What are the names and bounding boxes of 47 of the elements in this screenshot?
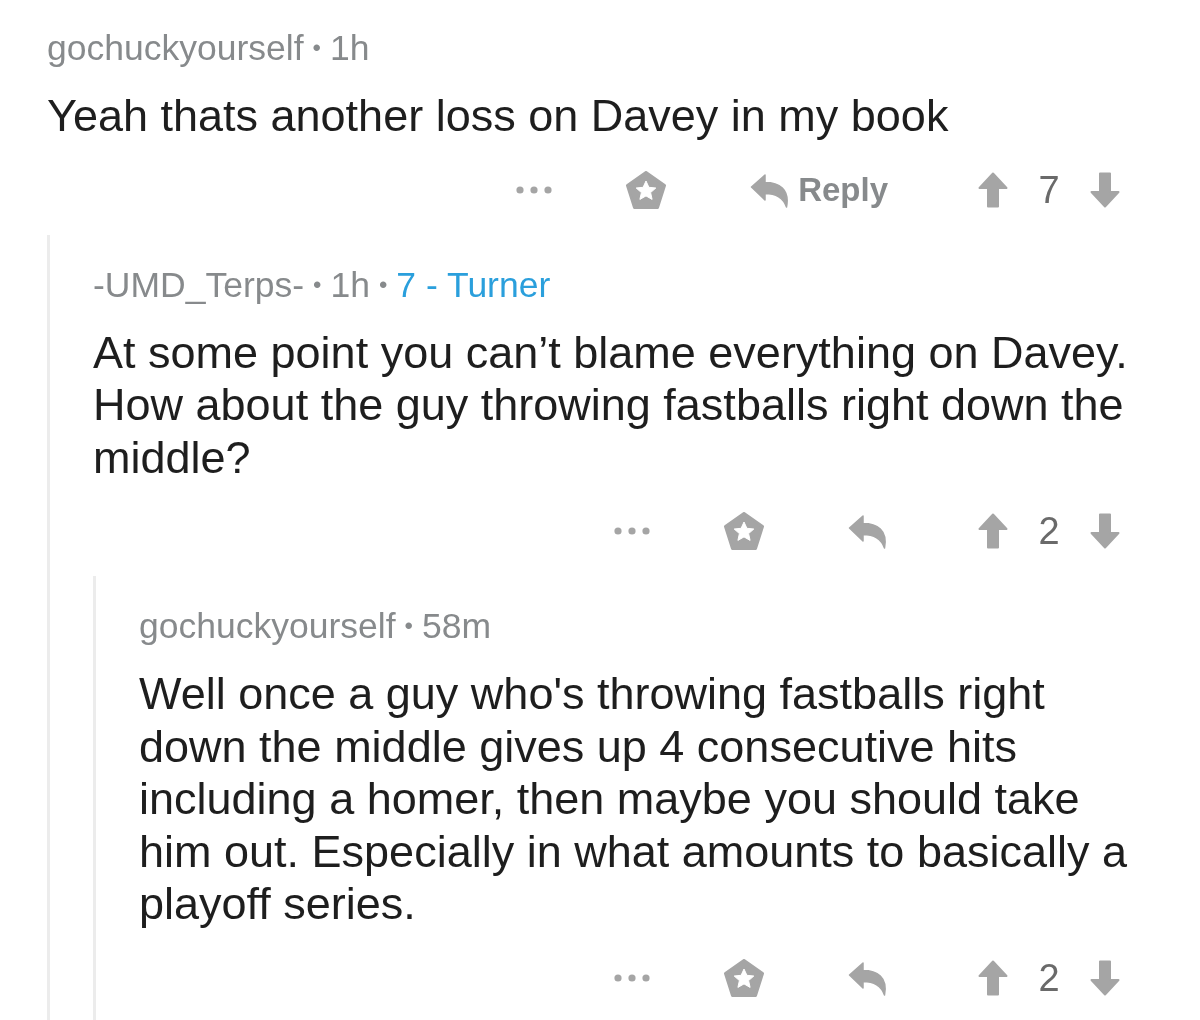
timestamp: 1h bbox=[329, 28, 370, 68]
author-name[interactable]: -UMD_Terps- bbox=[93, 264, 305, 305]
timestamp: 58m bbox=[421, 606, 491, 646]
more-icon bbox=[614, 527, 650, 535]
star-icon bbox=[724, 512, 764, 550]
comment-text: Yeah thats another loss on Davey in my book bbox=[47, 90, 950, 143]
more-icon bbox=[614, 973, 650, 982]
down-arrow-icon bbox=[1090, 171, 1120, 208]
downvote-button[interactable] bbox=[1090, 171, 1120, 208]
upvote-button[interactable] bbox=[978, 959, 1008, 996]
comment-text: Well once a guy who's throwing fastballs right down the middle gives up 4 consecutive hits including a homer, then maybe you should take him out. Especially in what amounts to basically a playoff series. bbox=[139, 668, 1128, 931]
up-arrow-icon bbox=[978, 171, 1008, 208]
upvote-button[interactable] bbox=[978, 513, 1008, 549]
award-button[interactable] bbox=[626, 170, 667, 209]
downvote-button[interactable] bbox=[1090, 513, 1120, 549]
down-arrow-icon bbox=[1090, 513, 1120, 549]
vote-count: 2 bbox=[1038, 511, 1060, 551]
more-button[interactable] bbox=[614, 973, 650, 982]
more-button[interactable] bbox=[614, 527, 650, 535]
reply-button[interactable]: Reply bbox=[750, 169, 888, 210]
author-name[interactable]: gochuckyourself bbox=[139, 606, 396, 646]
reply-icon bbox=[848, 959, 888, 996]
bullet-separator: • bbox=[378, 269, 388, 300]
reply-button[interactable] bbox=[848, 959, 888, 996]
downvote-button[interactable] bbox=[1090, 959, 1120, 996]
reply-icon bbox=[750, 171, 791, 208]
user-flair: 7 - Turner bbox=[396, 264, 551, 305]
award-button[interactable] bbox=[724, 512, 764, 550]
reply-button[interactable] bbox=[848, 513, 888, 549]
up-arrow-icon bbox=[978, 959, 1008, 996]
vote-count: 7 bbox=[1038, 169, 1060, 210]
bullet-separator: • bbox=[312, 33, 321, 63]
reply-icon bbox=[848, 513, 888, 549]
up-arrow-icon bbox=[978, 513, 1008, 549]
more-icon bbox=[516, 185, 553, 194]
bullet-separator: • bbox=[313, 269, 322, 300]
author-name[interactable]: gochuckyourself bbox=[47, 28, 304, 68]
upvote-button[interactable] bbox=[978, 171, 1008, 208]
timestamp: 1h bbox=[330, 264, 370, 305]
star-icon bbox=[626, 170, 667, 209]
vote-count: 2 bbox=[1038, 957, 1060, 998]
down-arrow-icon bbox=[1090, 959, 1120, 996]
star-icon bbox=[724, 958, 764, 997]
award-button[interactable] bbox=[724, 958, 764, 997]
more-button[interactable] bbox=[516, 185, 553, 194]
bullet-separator: • bbox=[404, 611, 413, 641]
comment-text: At some point you can’t blame everything on Davey. How about the guy throwing fastballs right down the middle? bbox=[93, 326, 1129, 484]
